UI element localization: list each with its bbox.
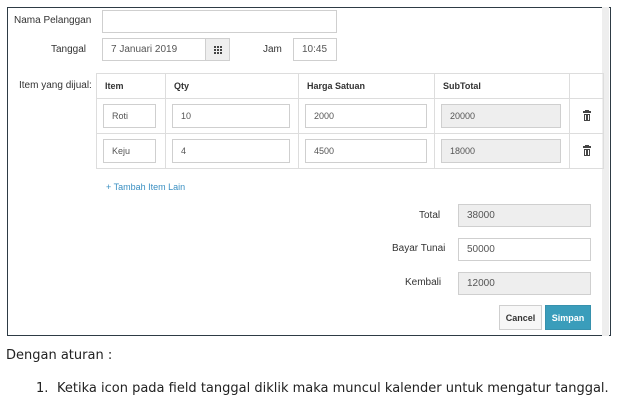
- customer-name-input[interactable]: [102, 10, 337, 33]
- items-table: Item Qty Harga Satuan SubTotal Roti 10 2…: [96, 73, 604, 169]
- cell-subtotal: 20000: [434, 98, 570, 134]
- qty-input[interactable]: 4: [172, 139, 290, 163]
- calendar-grid-icon[interactable]: [213, 45, 222, 54]
- trash-icon[interactable]: [583, 110, 591, 121]
- calendar-button[interactable]: [205, 38, 230, 61]
- change-label: Kembali: [405, 277, 442, 288]
- cell-qty: 4: [165, 133, 299, 169]
- add-item-link[interactable]: + Tambah Item Lain: [106, 182, 185, 192]
- cell-delete: [569, 133, 604, 169]
- time-label: Jam: [263, 44, 282, 55]
- cash-paid-input[interactable]: 50000: [458, 238, 591, 261]
- cell-qty: 10: [165, 98, 299, 134]
- qty-input[interactable]: 10: [172, 104, 290, 128]
- subtotal-field: 18000: [441, 139, 561, 163]
- header-qty: Qty: [165, 73, 299, 99]
- rules-heading: Dengan aturan :: [6, 348, 113, 363]
- subtotal-field: 20000: [441, 104, 561, 128]
- time-input[interactable]: 10:45: [293, 38, 337, 61]
- cancel-button[interactable]: Cancel: [499, 305, 542, 330]
- scrollbar[interactable]: [602, 7, 609, 336]
- rule-number: 1.: [36, 381, 49, 396]
- cell-price: 2000: [298, 98, 435, 134]
- unit-price-input[interactable]: 4500: [305, 139, 427, 163]
- date-input[interactable]: 7 Januari 2019: [102, 38, 206, 61]
- header-item: Item: [96, 73, 166, 99]
- total-field: 38000: [458, 204, 591, 227]
- change-field: 12000: [458, 272, 591, 295]
- table-row: Roti 10 2000 20000: [96, 98, 604, 134]
- total-label: Total: [419, 210, 441, 221]
- trash-icon[interactable]: [583, 145, 591, 156]
- cell-item: Keju: [96, 133, 166, 169]
- table-header-row: Item Qty Harga Satuan SubTotal: [96, 73, 604, 99]
- header-unit-price: Harga Satuan: [298, 73, 435, 99]
- customer-name-label: Nama Pelanggan: [14, 15, 92, 26]
- header-actions: [569, 73, 604, 99]
- unit-price-input[interactable]: 2000: [305, 104, 427, 128]
- rule-text: Ketika icon pada field tanggal diklik ma…: [57, 381, 609, 396]
- date-label: Tanggal: [51, 44, 87, 55]
- save-button[interactable]: Simpan: [545, 305, 591, 330]
- cell-subtotal: 18000: [434, 133, 570, 169]
- cell-delete: [569, 98, 604, 134]
- table-row: Keju 4 4500 18000: [96, 133, 604, 169]
- cell-price: 4500: [298, 133, 435, 169]
- item-input[interactable]: Keju: [103, 139, 156, 163]
- cash-paid-label: Bayar Tunai: [392, 243, 446, 254]
- header-subtotal: SubTotal: [434, 73, 570, 99]
- cell-item: Roti: [96, 98, 166, 134]
- item-input[interactable]: Roti: [103, 104, 156, 128]
- items-label: Item yang dijual:: [19, 80, 92, 91]
